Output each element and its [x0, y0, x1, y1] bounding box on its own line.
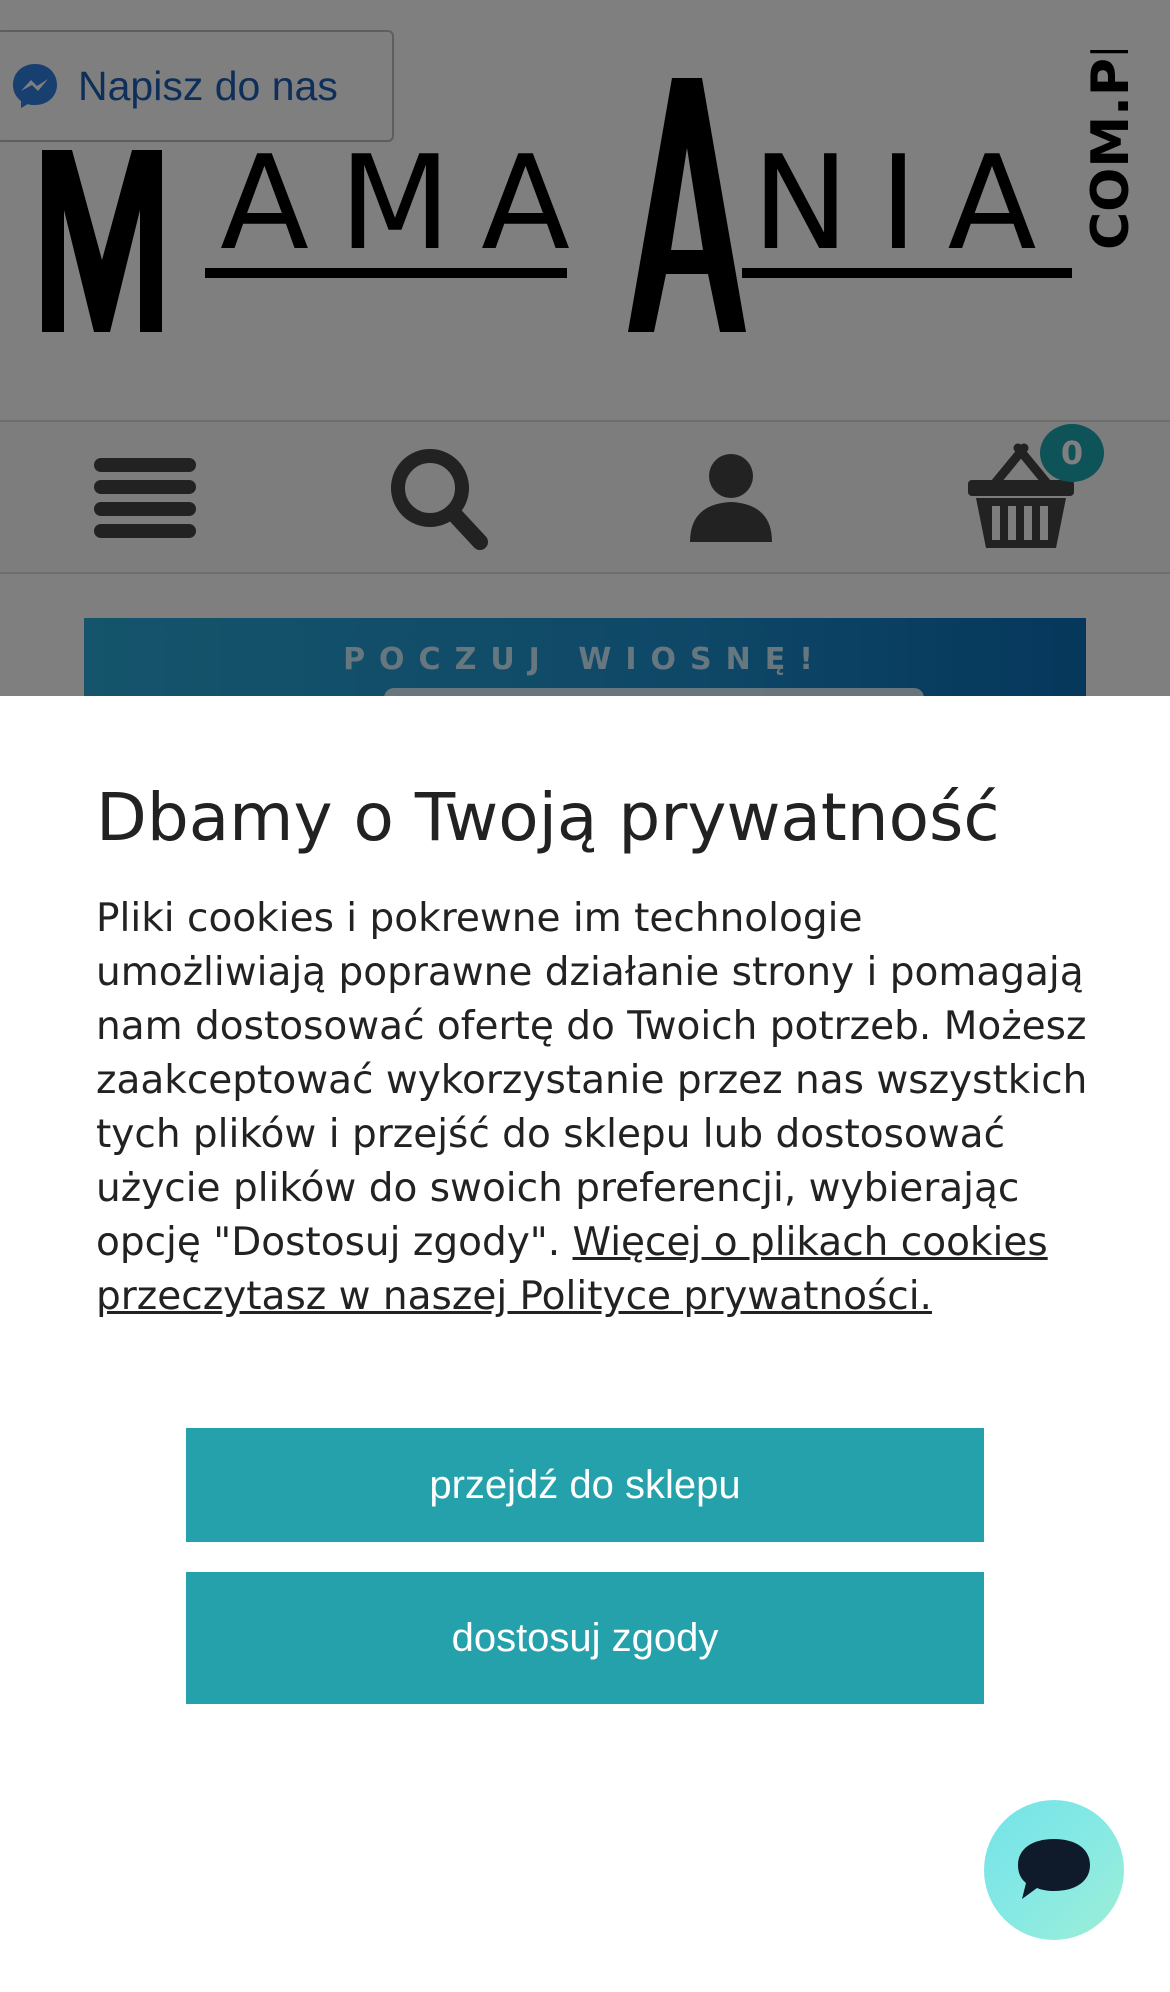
page: AMA NIA COM.PL	[0, 0, 1170, 1992]
cookie-title: Dbamy o Twoją prywatność	[96, 779, 1000, 856]
chat-icon	[1018, 1839, 1090, 1899]
cookie-body: Pliki cookies i pokrewne im technologie …	[96, 892, 1096, 1324]
cookie-consent-dialog: Dbamy o Twoją prywatność Pliki cookies i…	[0, 696, 1170, 1992]
customize-consent-button[interactable]: dostosuj zgody	[186, 1572, 984, 1704]
cookie-body-text: Pliki cookies i pokrewne im technologie …	[96, 896, 1088, 1265]
live-chat-button[interactable]	[984, 1800, 1124, 1940]
go-to-shop-button[interactable]: przejdź do sklepu	[186, 1428, 984, 1542]
modal-backdrop[interactable]	[0, 0, 1170, 696]
